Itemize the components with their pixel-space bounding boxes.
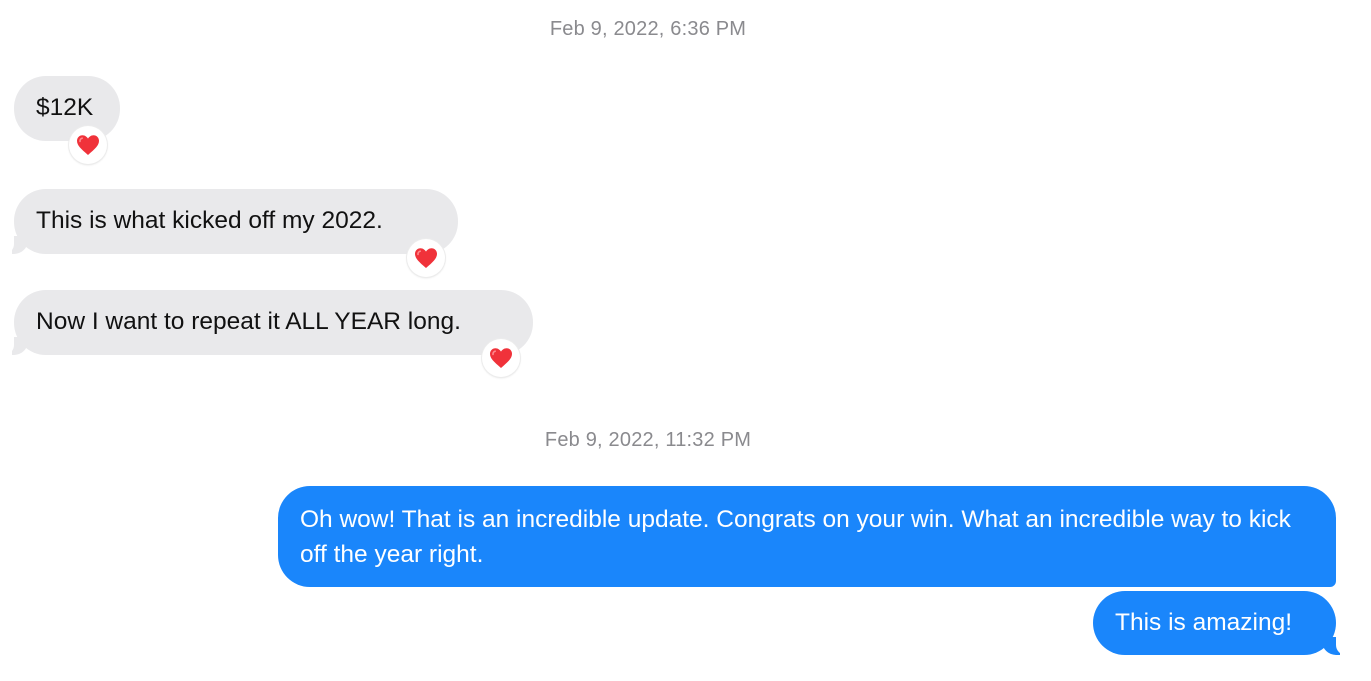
message-text: Now I want to repeat it ALL YEAR long. bbox=[36, 308, 461, 335]
heart-reaction[interactable] bbox=[69, 126, 107, 164]
timestamp: Feb 9, 2022, 11:32 PM bbox=[544, 429, 752, 451]
incoming-message[interactable]: $12K bbox=[14, 76, 120, 141]
outgoing-message[interactable]: Oh wow! That is an incredible update. Co… bbox=[278, 486, 1336, 587]
message-thread: Feb 9, 2022, 6:36 PM $12K This is what k… bbox=[0, 0, 1371, 681]
incoming-message[interactable]: Now I want to repeat it ALL YEAR long. bbox=[4, 290, 533, 355]
incoming-message[interactable]: This is what kicked off my 2022. bbox=[4, 189, 458, 254]
timestamp: Feb 9, 2022, 6:36 PM bbox=[549, 18, 747, 40]
heart-reaction[interactable] bbox=[407, 239, 445, 277]
heart-icon bbox=[490, 348, 512, 368]
message-text: This is amazing! bbox=[1115, 609, 1293, 636]
message-text: $12K bbox=[36, 94, 94, 121]
heart-icon bbox=[415, 248, 437, 268]
outgoing-message[interactable]: This is amazing! bbox=[1093, 591, 1348, 655]
message-text: This is what kicked off my 2022. bbox=[36, 207, 383, 234]
message-text: Oh wow! That is an incredible update. Co… bbox=[300, 506, 1291, 568]
heart-icon bbox=[77, 135, 99, 155]
heart-reaction[interactable] bbox=[482, 339, 520, 377]
